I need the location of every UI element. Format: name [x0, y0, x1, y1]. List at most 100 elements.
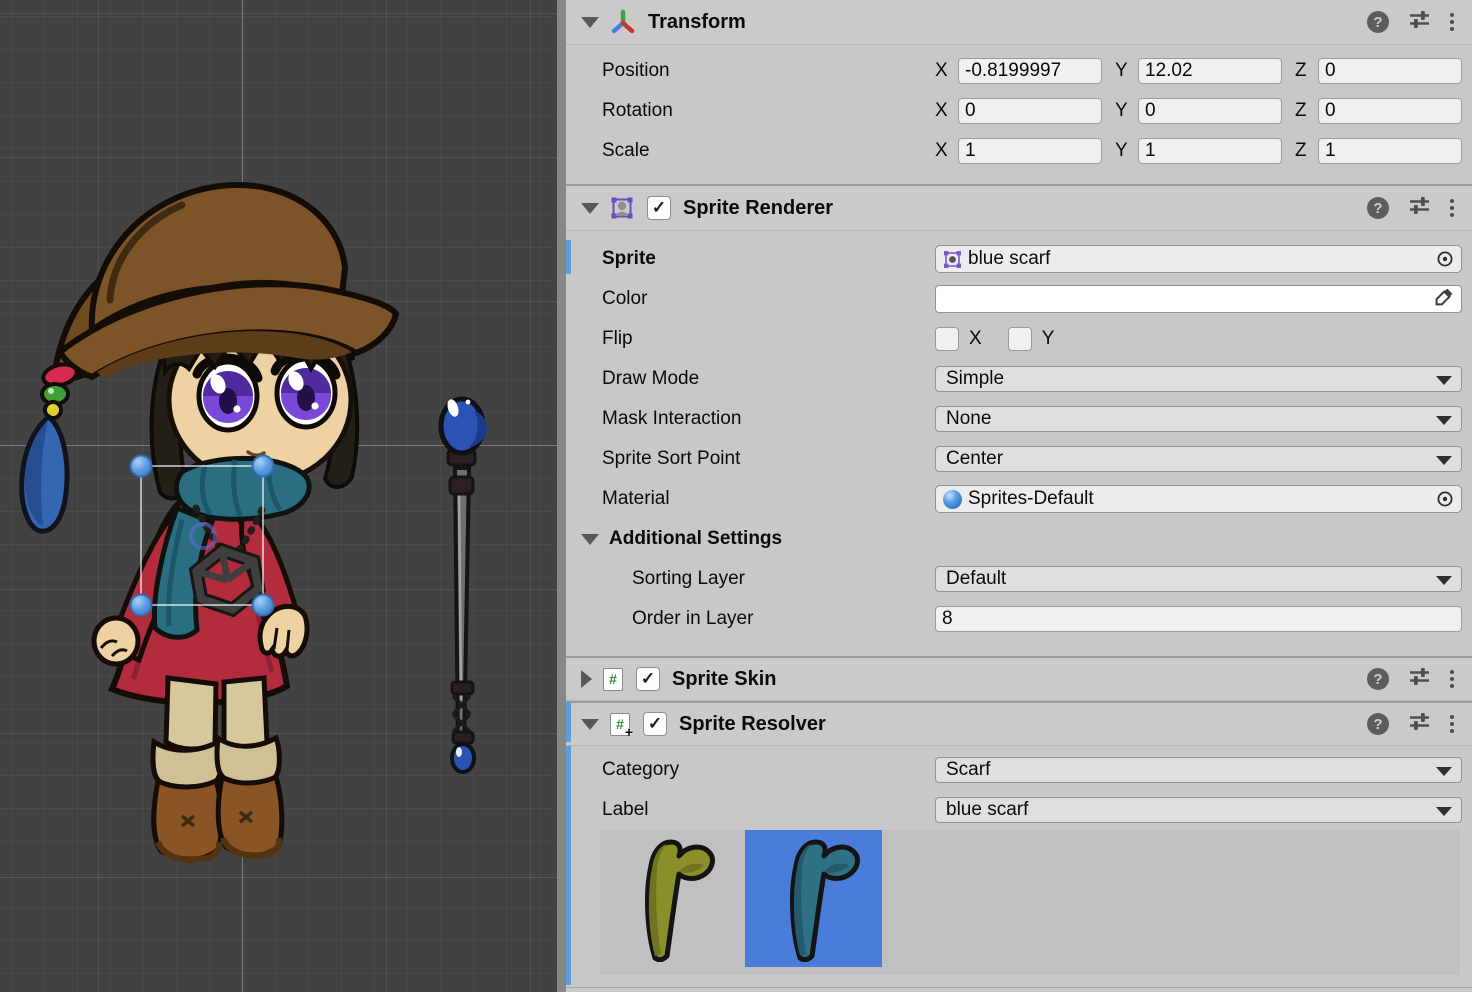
label-value: blue scarf [946, 799, 1028, 821]
flip-label[interactable]: Flip [602, 328, 935, 350]
scale-x-field[interactable] [958, 138, 1102, 164]
sprite-sort-point-dropdown[interactable]: Center [935, 446, 1462, 472]
rotation-z-field[interactable] [1318, 98, 1462, 124]
flip-x-checkbox[interactable] [935, 327, 959, 351]
additional-settings-label[interactable]: Additional Settings [609, 528, 942, 550]
component-enabled-checkbox[interactable]: ✓ [647, 196, 671, 220]
draw-mode-row: Draw Mode Simple [566, 359, 1472, 399]
hat-beads [41, 361, 79, 418]
rotation-y-field[interactable] [1138, 98, 1282, 124]
label-label[interactable]: Label [602, 799, 935, 821]
sorting-layer-label[interactable]: Sorting Layer [632, 568, 935, 590]
draw-mode-dropdown[interactable]: Simple [935, 366, 1462, 392]
axis-y-label[interactable]: Y [1115, 100, 1138, 122]
component-enabled-checkbox[interactable]: ✓ [636, 667, 660, 691]
eyedropper-icon[interactable] [1435, 287, 1454, 312]
help-icon[interactable]: ? [1367, 668, 1389, 690]
sorting-layer-dropdown[interactable]: Default [935, 566, 1462, 592]
additional-settings-row[interactable]: Additional Settings [566, 519, 1472, 559]
override-bar-resolver-header [566, 702, 571, 742]
presets-icon[interactable] [1409, 196, 1430, 221]
sprite-renderer-body: Sprite blue scarf [566, 231, 1472, 656]
override-bar-sprite [566, 240, 571, 274]
foldout-open-icon[interactable] [581, 17, 599, 28]
axis-z-label[interactable]: Z [1295, 100, 1318, 122]
more-menu-icon[interactable] [1450, 715, 1454, 733]
position-label[interactable]: Position [602, 60, 935, 82]
object-picker-icon[interactable] [1436, 250, 1454, 268]
sprite-object-field[interactable]: blue scarf [935, 245, 1462, 273]
axis-z-label[interactable]: Z [1295, 60, 1318, 82]
scale-label[interactable]: Scale [602, 140, 935, 162]
transform-header[interactable]: Transform ? [566, 0, 1472, 45]
color-swatch[interactable] [935, 285, 1462, 313]
flip-y-checkbox[interactable] [1008, 327, 1032, 351]
script-plus-icon: #+ [610, 713, 630, 736]
help-icon[interactable]: ? [1367, 713, 1389, 735]
panel-divider[interactable] [557, 0, 566, 992]
character-sprite[interactable] [22, 185, 396, 860]
axis-x-label[interactable]: X [935, 60, 958, 82]
transform-body: Position X Y Z Rotation X Y Z Scale X [566, 45, 1472, 184]
mask-interaction-dropdown[interactable]: None [935, 406, 1462, 432]
sprite-thumbnail-blue-scarf-selected[interactable] [745, 830, 882, 967]
dropdown-arrow-icon [1436, 576, 1452, 585]
axis-x-label[interactable]: X [935, 140, 958, 162]
mask-interaction-label[interactable]: Mask Interaction [602, 408, 935, 430]
staff-sprite[interactable] [441, 398, 487, 772]
material-label[interactable]: Material [602, 488, 935, 510]
rotation-label[interactable]: Rotation [602, 100, 935, 122]
foldout-open-icon[interactable] [581, 203, 599, 214]
axis-x-label[interactable]: X [935, 100, 958, 122]
sprite-label[interactable]: Sprite [602, 248, 935, 270]
sprite-renderer-icon [610, 196, 634, 220]
position-y-field[interactable] [1138, 58, 1282, 84]
order-in-layer-field[interactable] [935, 606, 1462, 632]
axis-z-label[interactable]: Z [1295, 140, 1318, 162]
foldout-open-icon[interactable] [581, 534, 599, 545]
label-dropdown[interactable]: blue scarf [935, 797, 1462, 823]
order-in-layer-row: Order in Layer [566, 599, 1472, 639]
sprite-skin-header[interactable]: # ✓ Sprite Skin ? [566, 658, 1472, 701]
more-menu-icon[interactable] [1450, 13, 1454, 31]
scene-view[interactable] [0, 0, 557, 992]
presets-icon[interactable] [1409, 10, 1430, 35]
object-picker-icon[interactable] [1436, 490, 1454, 508]
position-x-field[interactable] [958, 58, 1102, 84]
draw-mode-label[interactable]: Draw Mode [602, 368, 935, 390]
unity-editor: Transform ? Position X [0, 0, 1472, 992]
sprite-sort-point-label[interactable]: Sprite Sort Point [602, 448, 935, 470]
rotation-row: Rotation X Y Z [566, 91, 1472, 131]
material-object-field[interactable]: Sprites-Default [935, 485, 1462, 513]
scale-y-field[interactable] [1138, 138, 1282, 164]
component-title: Sprite Resolver [679, 713, 826, 736]
sprite-thumbnail-green-scarf[interactable] [600, 830, 737, 967]
sprite-resolver-body: Category Scarf Label blue scarf [566, 746, 1472, 988]
position-z-field[interactable] [1318, 58, 1462, 84]
sprite-row: Sprite blue scarf [566, 239, 1472, 279]
help-icon[interactable]: ? [1367, 197, 1389, 219]
axis-y-label[interactable]: Y [1115, 140, 1138, 162]
axis-y-label[interactable]: Y [1115, 60, 1138, 82]
rotation-x-field[interactable] [958, 98, 1102, 124]
help-icon[interactable]: ? [1367, 11, 1389, 33]
sorting-layer-row: Sorting Layer Default [566, 559, 1472, 599]
foldout-open-icon[interactable] [581, 719, 599, 730]
scale-row: Scale X Y Z [566, 131, 1472, 171]
sprite-sort-point-row: Sprite Sort Point Center [566, 439, 1472, 479]
dropdown-arrow-icon [1436, 807, 1452, 816]
more-menu-icon[interactable] [1450, 199, 1454, 217]
foldout-closed-icon[interactable] [581, 670, 592, 688]
presets-icon[interactable] [1409, 712, 1430, 737]
component-enabled-checkbox[interactable]: ✓ [643, 712, 667, 736]
scale-z-field[interactable] [1318, 138, 1462, 164]
category-label[interactable]: Category [602, 759, 935, 781]
category-dropdown[interactable]: Scarf [935, 757, 1462, 783]
material-value: Sprites-Default [968, 488, 1094, 510]
order-in-layer-label[interactable]: Order in Layer [632, 608, 935, 630]
color-label[interactable]: Color [602, 288, 935, 310]
presets-icon[interactable] [1409, 667, 1430, 692]
sprite-renderer-header[interactable]: ✓ Sprite Renderer ? [566, 186, 1472, 231]
sprite-resolver-header[interactable]: #+ ✓ Sprite Resolver ? [566, 703, 1472, 746]
more-menu-icon[interactable] [1450, 670, 1454, 688]
